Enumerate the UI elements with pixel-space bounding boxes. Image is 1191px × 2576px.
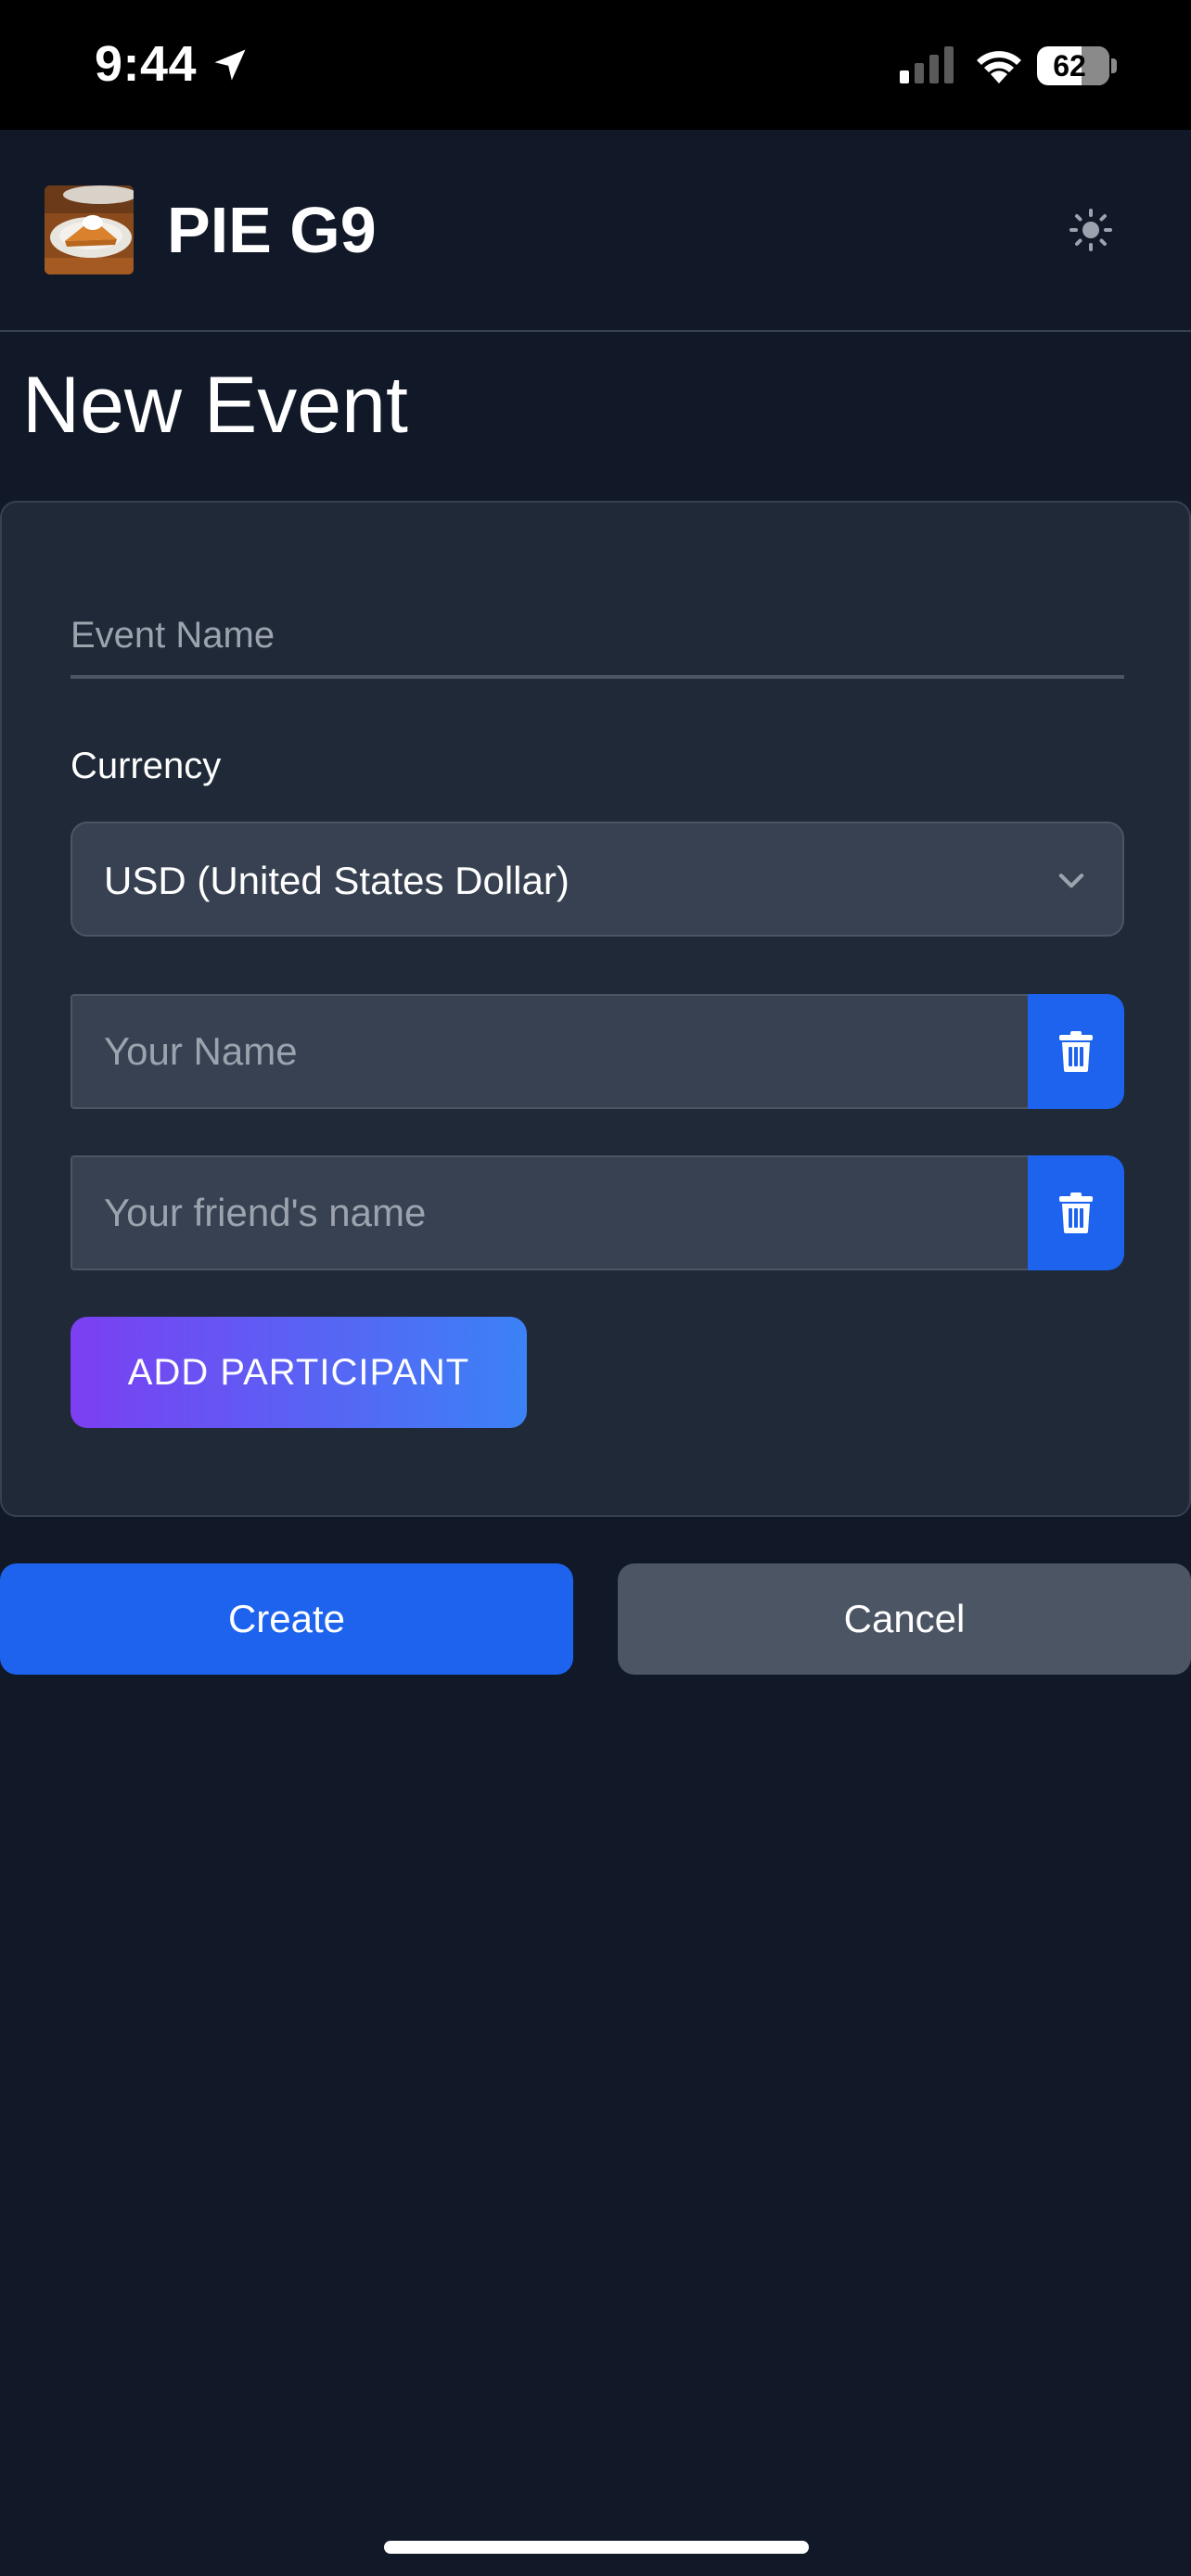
battery-cap (1111, 58, 1117, 73)
friend-name-input[interactable] (72, 1157, 1028, 1269)
theme-toggle-button[interactable] (1065, 204, 1117, 256)
create-button[interactable]: Create (0, 1563, 573, 1675)
event-name-input[interactable] (70, 586, 1124, 675)
battery-icon: 62 (1037, 46, 1117, 85)
cellular-signal-icon (900, 46, 954, 83)
delete-participant-button[interactable] (1028, 1155, 1124, 1270)
home-indicator[interactable] (384, 2541, 809, 2554)
location-arrow-icon (214, 49, 246, 81)
participant-name-input[interactable] (72, 996, 1028, 1107)
app-title: PIE G9 (167, 194, 377, 266)
trash-icon (1059, 1031, 1093, 1072)
status-bar: 9:44 62 (0, 0, 1191, 130)
currency-selected-value: USD (United States Dollar) (104, 859, 570, 902)
event-form-card: Currency USD (United States Dollar) (0, 501, 1191, 1517)
chevron-down-icon (1058, 874, 1084, 888)
currency-select[interactable]: USD (United States Dollar) (70, 822, 1124, 937)
battery-level: 62 (1053, 49, 1086, 83)
participant-row (70, 994, 1124, 1109)
event-name-field (70, 586, 1124, 679)
currency-label: Currency (70, 746, 222, 786)
page-title: New Event (22, 361, 408, 450)
cancel-button[interactable]: Cancel (618, 1563, 1191, 1675)
status-time: 9:44 (95, 36, 198, 92)
sun-icon (1069, 209, 1112, 251)
wifi-icon (977, 51, 1021, 83)
participant-input-wrap (70, 994, 1028, 1109)
delete-participant-button[interactable] (1028, 994, 1124, 1109)
battery-body: 62 (1037, 46, 1109, 85)
app-header: PIE G9 (0, 130, 1191, 332)
pie-logo (45, 185, 134, 274)
add-participant-button[interactable]: ADD PARTICIPANT (70, 1317, 527, 1428)
trash-icon (1059, 1192, 1093, 1233)
participant-input-wrap (70, 1155, 1028, 1270)
screen: 9:44 62 PIE G9 New Event Event Name Curr… (0, 0, 1191, 2576)
participant-row (70, 1155, 1124, 1270)
